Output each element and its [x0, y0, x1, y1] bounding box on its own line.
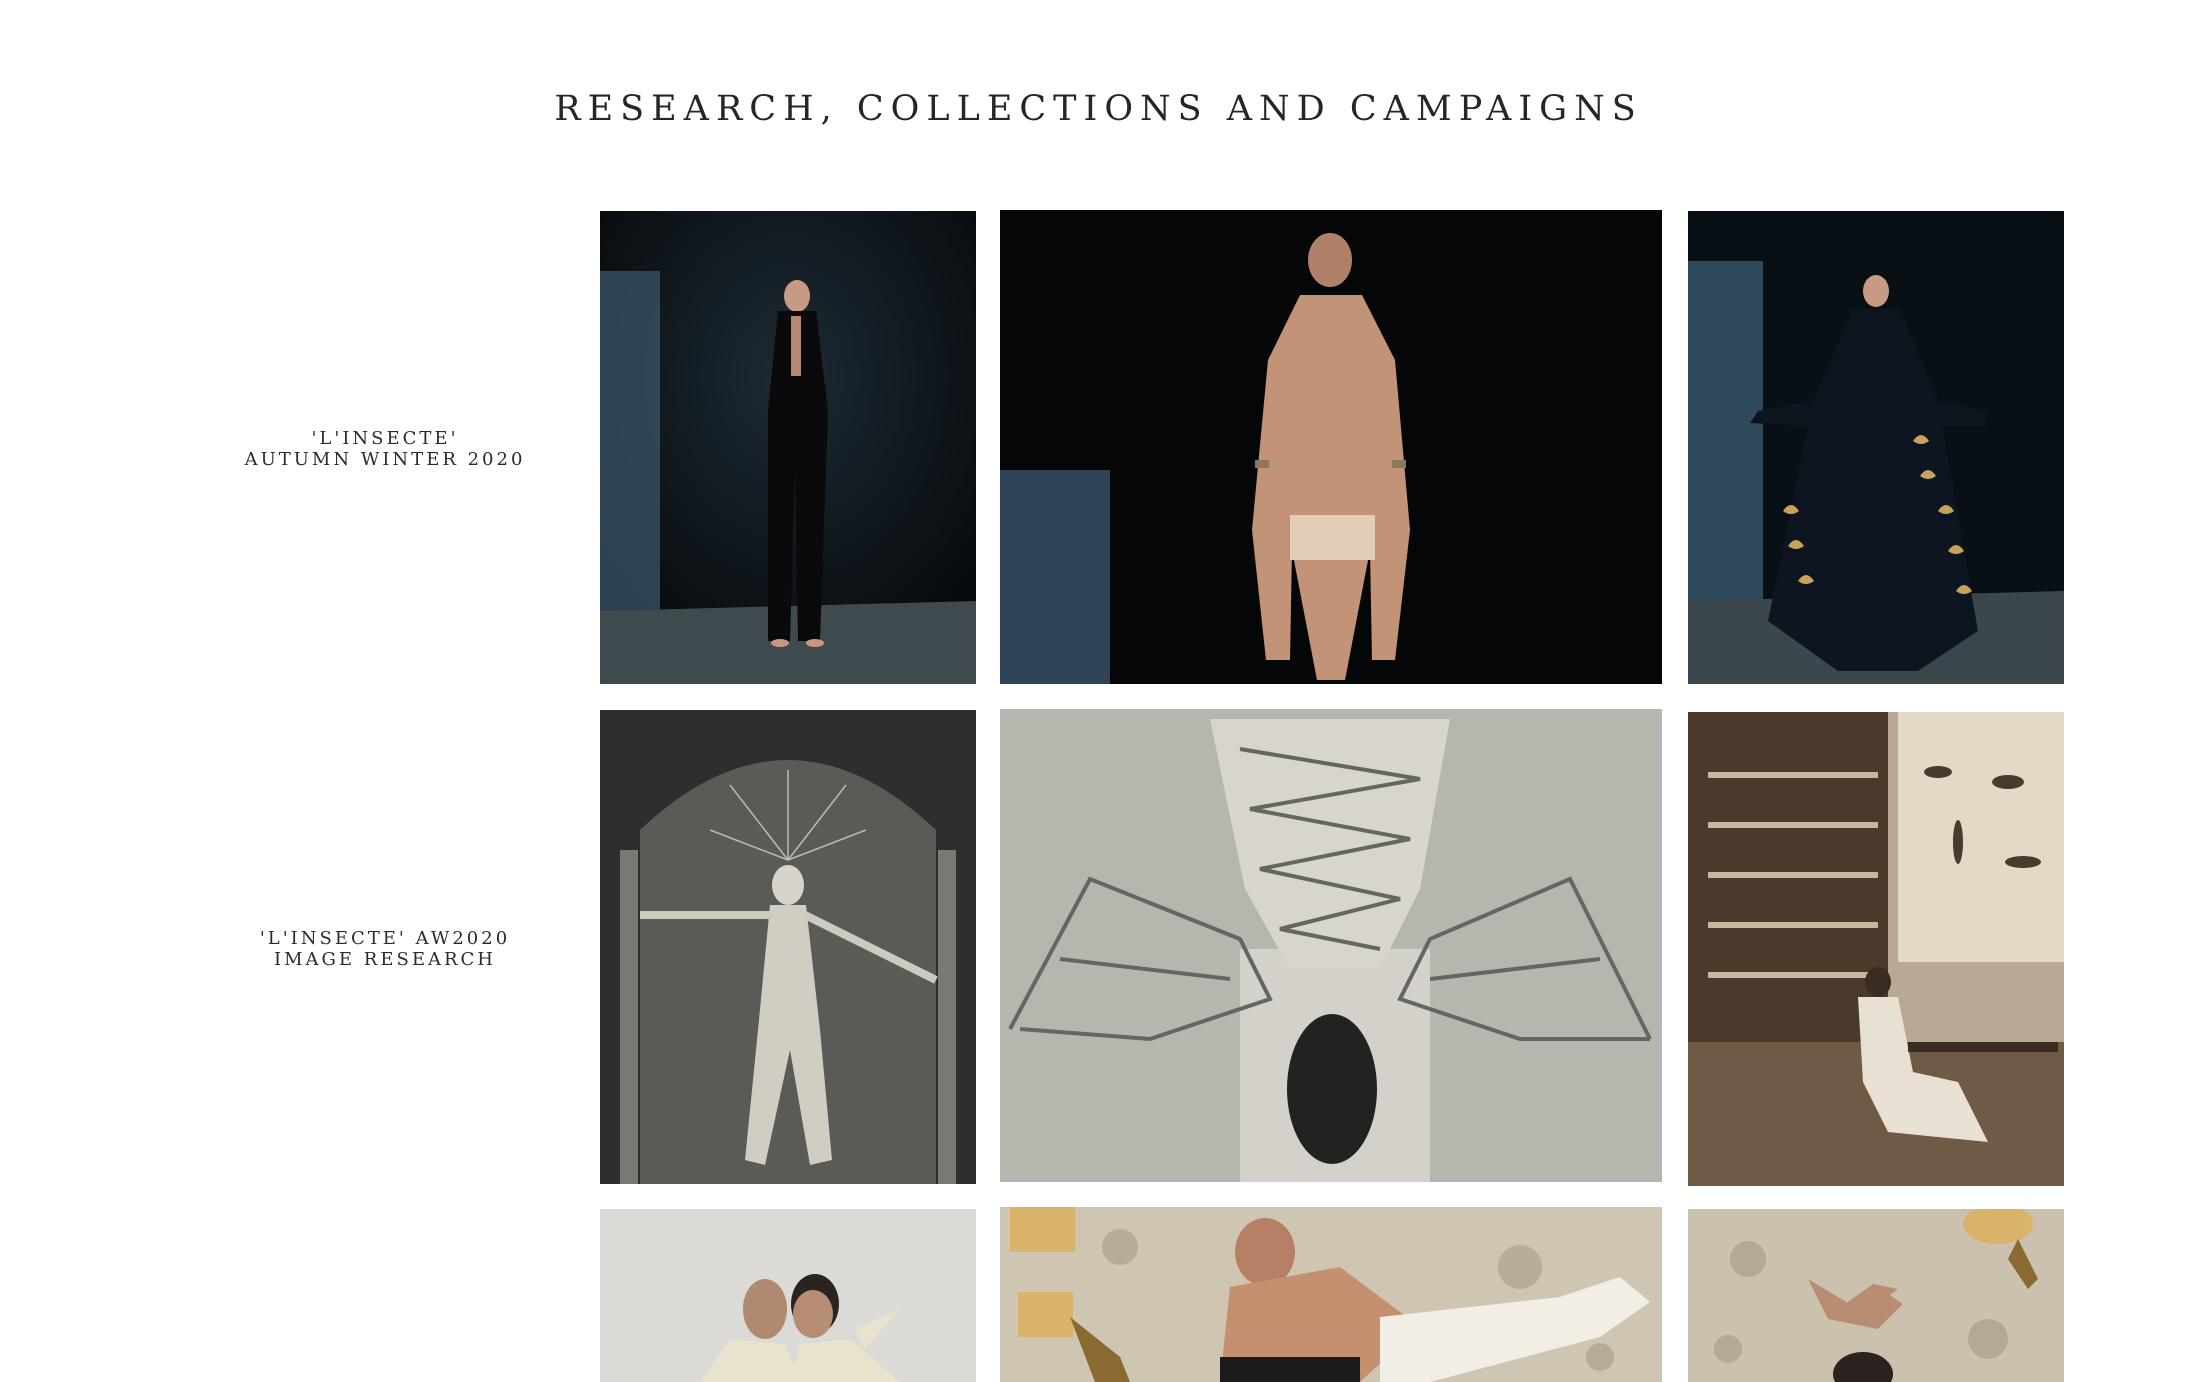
gallery-image-nude-briefs[interactable] — [1000, 210, 1662, 684]
caption-line: AUTUMN WINTER 2020 — [244, 449, 526, 470]
row-caption-image-research: 'L'INSECTE' AW2020 IMAGE RESEARCH — [220, 928, 550, 970]
gallery-image-velvet-suit[interactable] — [600, 211, 976, 684]
row-caption-linsecte-aw2020: 'L'INSECTE' AUTUMN WINTER 2020 — [220, 428, 550, 470]
caption-line: 'L'INSECTE' — [311, 428, 459, 449]
gallery-image-corset-cage[interactable] — [1000, 709, 1662, 1182]
caption-line: IMAGE RESEARCH — [274, 949, 496, 970]
gallery-image-rug-arms[interactable] — [1688, 1209, 2064, 1382]
gallery-image-moon-robe[interactable] — [1688, 211, 2064, 684]
gallery-image-rug-lamp[interactable] — [1000, 1207, 1662, 1382]
caption-line: 'L'INSECTE' AW2020 — [259, 928, 511, 949]
page-title: RESEARCH, COLLECTIONS AND CAMPAIGNS — [554, 89, 1643, 130]
gallery-image-couple-cream[interactable] — [600, 1209, 976, 1382]
gallery-image-apothecary[interactable] — [1688, 712, 2064, 1186]
gallery-image-sunburst-dancer[interactable] — [600, 710, 976, 1184]
